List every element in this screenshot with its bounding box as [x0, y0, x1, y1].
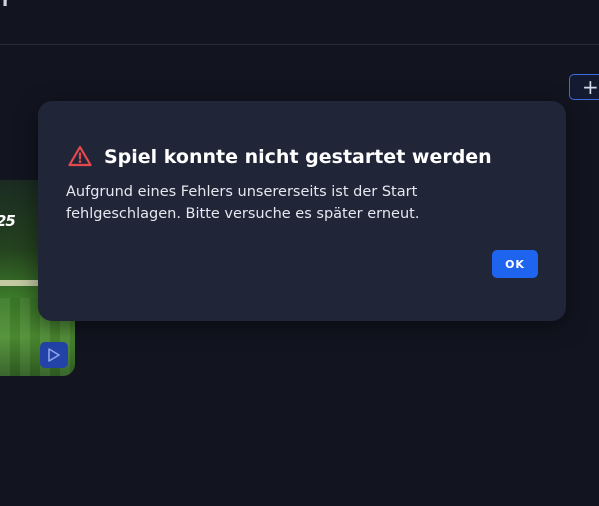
tile-play-button[interactable] [40, 342, 68, 368]
dialog-message: Aufgrund eines Fehlers unsererseits ist … [66, 184, 420, 222]
app-window: r + 25 Spiel konnte nicht gestartet werd… [0, 0, 599, 506]
top-bar: r [0, 0, 599, 45]
plus-icon: + [582, 75, 599, 99]
error-dialog: Spiel konnte nicht gestartet werden Aufg… [38, 101, 566, 321]
dialog-title: Spiel konnte nicht gestartet werden [104, 146, 492, 168]
warning-triangle-icon [68, 145, 92, 167]
header-partial-text: r [2, 0, 11, 11]
tile-logo: 25 [0, 212, 16, 230]
ok-button[interactable]: OK [492, 250, 538, 278]
add-button[interactable]: + [569, 74, 599, 100]
